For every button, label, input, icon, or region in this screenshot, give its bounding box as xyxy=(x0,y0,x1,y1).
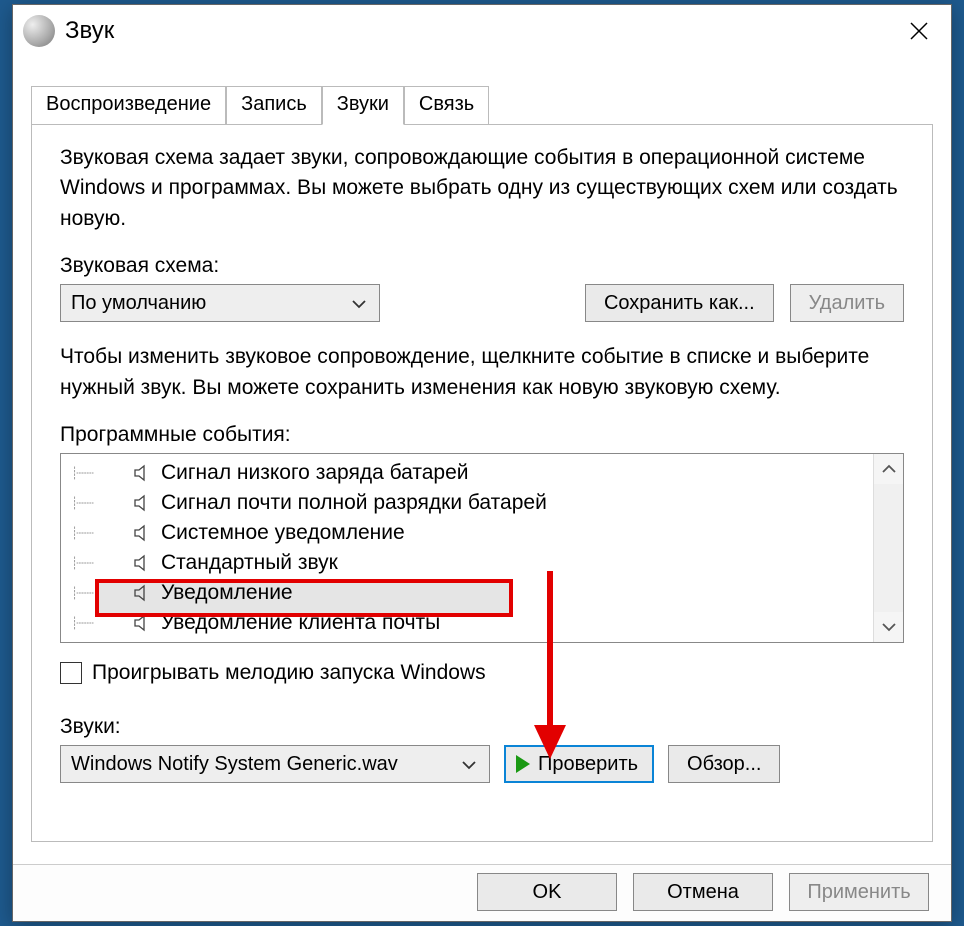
tree-connector-icon: ┊┄┄┄ xyxy=(71,496,131,510)
scrollbar[interactable] xyxy=(873,454,903,642)
sound-dialog: Звук Воспроизведение Запись Звуки Связь … xyxy=(12,4,952,922)
window-title: Звук xyxy=(65,17,114,45)
event-label: Уведомление xyxy=(161,581,293,605)
tab-playback[interactable]: Воспроизведение xyxy=(31,86,226,125)
event-item[interactable]: ┊┄┄┄ Системное уведомление xyxy=(61,518,873,548)
tab-sounds[interactable]: Звуки xyxy=(322,86,404,125)
tree-connector-icon: ┊┄┄┄ xyxy=(71,586,131,600)
event-item[interactable]: ┊┄┄┄ Сигнал низкого заряда батарей xyxy=(61,458,873,488)
delete-button: Удалить xyxy=(790,284,904,322)
dialog-button-bar: OK Отмена Применить xyxy=(13,864,951,921)
event-label: Стандартный звук xyxy=(161,551,338,575)
browse-button[interactable]: Обзор... xyxy=(668,745,780,783)
event-item[interactable]: ┊┄┄┄ Стандартный звук xyxy=(61,548,873,578)
scheme-description: Звуковая схема задает звуки, сопровождаю… xyxy=(60,143,904,234)
event-label: Сигнал низкого заряда батарей xyxy=(161,461,469,485)
speaker-icon xyxy=(131,552,153,574)
events-listbox[interactable]: ┊┄┄┄ Сигнал низкого заряда батарей ┊┄┄┄ … xyxy=(60,453,904,643)
speaker-icon xyxy=(131,522,153,544)
save-as-button[interactable]: Сохранить как... xyxy=(585,284,774,322)
sounds-label: Звуки: xyxy=(60,715,904,739)
close-icon xyxy=(909,21,929,41)
chevron-down-icon xyxy=(459,753,479,776)
close-button[interactable] xyxy=(897,9,941,53)
event-label: Уведомление клиента почты xyxy=(161,611,440,635)
event-item-selected[interactable]: ┊┄┄┄ Уведомление xyxy=(61,578,873,608)
event-label: Системное уведомление xyxy=(161,521,405,545)
scheme-label: Звуковая схема: xyxy=(60,254,904,278)
tree-connector-icon: ┊┄┄┄ xyxy=(71,556,131,570)
titlebar: Звук xyxy=(13,5,951,55)
scroll-down-button[interactable] xyxy=(874,612,903,642)
play-icon xyxy=(516,755,530,773)
tab-recording[interactable]: Запись xyxy=(226,86,322,125)
test-label: Проверить xyxy=(538,753,638,776)
tab-panel-sounds: Звуковая схема задает звуки, сопровождаю… xyxy=(31,124,933,842)
sound-file-combobox[interactable]: Windows Notify System Generic.wav xyxy=(60,745,490,783)
speaker-icon xyxy=(131,612,153,634)
event-item[interactable]: ┊┄┄┄ Сигнал почти полной разрядки батаре… xyxy=(61,488,873,518)
startup-sound-label: Проигрывать мелодию запуска Windows xyxy=(92,661,486,685)
speaker-icon xyxy=(131,582,153,604)
tree-connector-icon: ┊┄┄┄ xyxy=(71,526,131,540)
apply-button: Применить xyxy=(789,873,929,911)
test-button[interactable]: Проверить xyxy=(504,745,654,783)
cancel-button[interactable]: Отмена xyxy=(633,873,773,911)
chevron-down-icon xyxy=(349,292,369,315)
event-item[interactable]: ┊┄┄┄ Уведомление клиента почты xyxy=(61,608,873,638)
ok-button[interactable]: OK xyxy=(477,873,617,911)
tab-strip: Воспроизведение Запись Звуки Связь xyxy=(13,85,951,124)
event-label: Сигнал почти полной разрядки батарей xyxy=(161,491,547,515)
startup-sound-checkbox[interactable] xyxy=(60,662,82,684)
sound-icon xyxy=(23,15,55,47)
sound-file-value: Windows Notify System Generic.wav xyxy=(71,753,398,776)
scheme-combobox[interactable]: По умолчанию xyxy=(60,284,380,322)
tab-communications[interactable]: Связь xyxy=(404,86,489,125)
scroll-track[interactable] xyxy=(874,484,903,612)
scroll-up-button[interactable] xyxy=(874,454,903,484)
tree-connector-icon: ┊┄┄┄ xyxy=(71,466,131,480)
events-help-text: Чтобы изменить звуковое сопровождение, щ… xyxy=(60,342,904,403)
scheme-value: По умолчанию xyxy=(71,292,206,315)
speaker-icon xyxy=(131,462,153,484)
tree-connector-icon: ┊┄┄┄ xyxy=(71,616,131,630)
speaker-icon xyxy=(131,492,153,514)
events-label: Программные события: xyxy=(60,423,904,447)
